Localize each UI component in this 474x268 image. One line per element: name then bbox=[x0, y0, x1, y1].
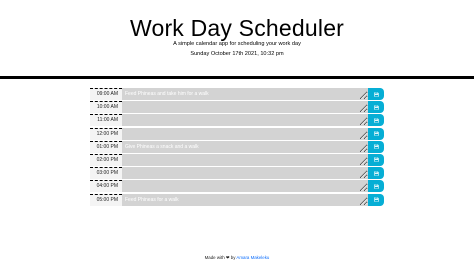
hour-label: 10:00 AM bbox=[90, 101, 122, 114]
hour-label: 05:00 PM bbox=[90, 193, 122, 206]
hour-label: 11:00 AM bbox=[90, 114, 122, 127]
header-divider bbox=[0, 76, 474, 79]
event-input[interactable] bbox=[122, 114, 368, 127]
save-button[interactable] bbox=[368, 101, 384, 114]
time-block-list: 09:00 AM Feed Phineas and take him for a… bbox=[90, 88, 384, 207]
heart-icon: ❤ bbox=[225, 255, 230, 260]
time-block-row: 11:00 AM bbox=[90, 114, 384, 127]
time-block-row: 03:00 PM bbox=[90, 167, 384, 180]
floppy-disk-icon bbox=[373, 197, 379, 202]
save-button[interactable] bbox=[368, 114, 384, 127]
event-input[interactable] bbox=[122, 180, 368, 193]
floppy-disk-icon bbox=[373, 91, 379, 97]
save-button[interactable] bbox=[368, 140, 384, 153]
time-block-row: 05:00 PM Feed Phineas for a walk bbox=[90, 193, 384, 206]
event-input[interactable] bbox=[122, 153, 368, 166]
hour-label: 09:00 AM bbox=[90, 88, 122, 100]
page-title: Work Day Scheduler bbox=[129, 15, 345, 41]
floppy-disk-icon bbox=[373, 184, 379, 189]
page-subtitle: A simple calendar app for scheduling you… bbox=[173, 41, 301, 47]
time-block-row: 10:00 AM bbox=[90, 101, 384, 114]
time-block-row: 02:00 PM bbox=[90, 153, 384, 166]
jumbotron-header: Work Day Scheduler A simple calendar app… bbox=[0, 0, 474, 76]
floppy-disk-icon bbox=[373, 105, 379, 110]
floppy-disk-icon bbox=[373, 157, 379, 163]
hour-label: 01:00 PM bbox=[90, 140, 122, 153]
floppy-disk-icon bbox=[373, 118, 379, 123]
footer-made-with: Made with bbox=[204, 255, 225, 260]
event-input[interactable]: Feed Phineas and take him for a walk bbox=[122, 88, 368, 100]
time-block-row: 01:00 PM Give Phineas a snack and a walk bbox=[90, 140, 384, 153]
time-block-row: 09:00 AM Feed Phineas and take him for a… bbox=[90, 88, 384, 100]
hour-label: 04:00 PM bbox=[90, 180, 122, 193]
time-block-row: 12:00 PM bbox=[90, 127, 384, 140]
floppy-disk-icon bbox=[373, 144, 379, 149]
save-button[interactable] bbox=[368, 88, 384, 100]
hour-label: 02:00 PM bbox=[90, 153, 122, 166]
event-input[interactable]: Feed Phineas for a walk bbox=[122, 193, 368, 206]
hour-label: 12:00 PM bbox=[90, 127, 122, 140]
save-button[interactable] bbox=[368, 193, 384, 206]
floppy-disk-icon bbox=[373, 131, 379, 136]
current-day: Sunday October 17th 2021, 10:32 pm bbox=[190, 51, 284, 57]
event-input[interactable]: Give Phineas a snack and a walk bbox=[122, 140, 368, 153]
event-input[interactable] bbox=[122, 101, 368, 114]
save-button[interactable] bbox=[368, 167, 384, 180]
time-block-row: 04:00 PM bbox=[90, 180, 384, 193]
hour-label: 03:00 PM bbox=[90, 167, 122, 180]
event-input[interactable] bbox=[122, 127, 368, 140]
footer: Made with ❤ by Amara Makeleku bbox=[0, 255, 474, 261]
floppy-disk-icon bbox=[373, 170, 379, 176]
save-button[interactable] bbox=[368, 153, 384, 166]
event-input[interactable] bbox=[122, 167, 368, 180]
save-button[interactable] bbox=[368, 180, 384, 193]
save-button[interactable] bbox=[368, 127, 384, 140]
author-link[interactable]: Amara Makeleku bbox=[236, 255, 269, 260]
footer-by: by bbox=[230, 255, 236, 260]
